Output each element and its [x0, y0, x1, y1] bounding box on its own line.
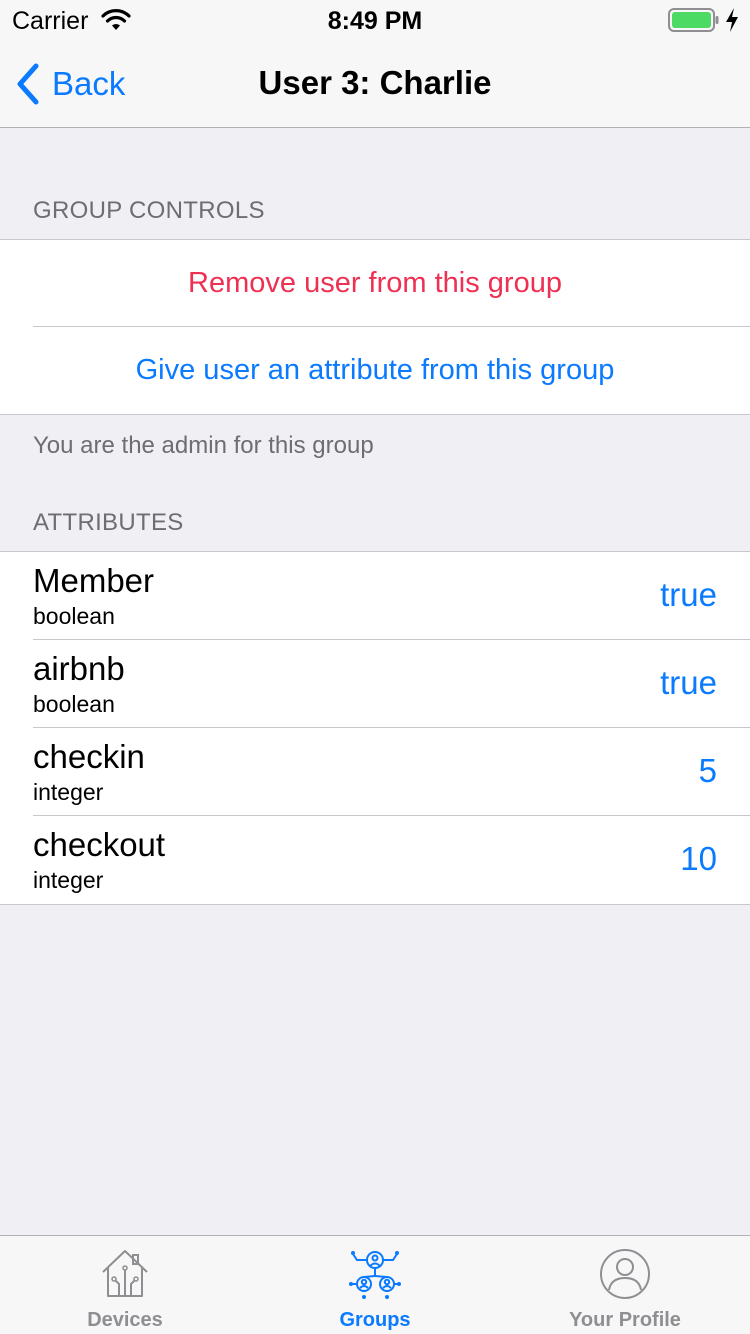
give-attribute-label: Give user an attribute from this group [135, 354, 615, 386]
attribute-value: true [660, 576, 717, 613]
remove-user-label: Remove user from this group [188, 267, 562, 299]
attribute-name: checkout [33, 826, 166, 863]
house-circuit-icon [102, 1250, 148, 1297]
attribute-type: boolean [33, 603, 115, 629]
tab-your-profile-label: Your Profile [569, 1309, 681, 1331]
attribute-row[interactable]: airbnb boolean true [0, 640, 750, 728]
profile-person-icon [600, 1249, 650, 1299]
attribute-row[interactable]: checkin integer 5 [0, 728, 750, 816]
navigation-bar: Back User 3: Charlie [0, 40, 750, 128]
group-controls-header: GROUP CONTROLS [33, 197, 265, 224]
tab-bar: Devices Groups Your Profile [0, 1235, 750, 1334]
attributes-table: Member boolean true airbnb boolean true … [0, 551, 750, 905]
status-bar: Carrier 8:49 PM [0, 0, 750, 40]
groups-network-icon [349, 1251, 401, 1299]
attribute-value: 5 [698, 752, 717, 789]
page-title: User 3: Charlie [258, 64, 492, 101]
attribute-value: true [660, 664, 717, 701]
clock: 8:49 PM [327, 7, 423, 35]
attribute-name: airbnb [33, 650, 125, 687]
tab-devices-label: Devices [87, 1309, 163, 1331]
tab-groups[interactable]: Groups [250, 1236, 500, 1334]
admin-footer-text: You are the admin for this group [33, 432, 374, 459]
remove-user-button[interactable]: Remove user from this group [0, 240, 750, 327]
charging-bolt-icon [726, 8, 738, 32]
attribute-type: integer [33, 779, 104, 805]
screen: Carrier 8:49 PM Back User 3: Charlie GRO… [0, 0, 750, 1334]
attribute-type: integer [33, 867, 104, 893]
attribute-row[interactable]: checkout integer 10 [0, 816, 750, 904]
attribute-name: Member [33, 562, 155, 599]
attribute-type: boolean [33, 691, 115, 717]
attribute-value: 10 [680, 840, 717, 877]
attribute-row[interactable]: Member boolean true [0, 552, 750, 640]
attribute-name: checkin [33, 738, 145, 775]
attributes-header: ATTRIBUTES [33, 509, 184, 536]
give-attribute-button[interactable]: Give user an attribute from this group [0, 327, 750, 414]
tab-your-profile[interactable]: Your Profile [500, 1236, 750, 1334]
tab-devices[interactable]: Devices [0, 1236, 250, 1334]
tab-groups-label: Groups [339, 1309, 411, 1331]
battery-icon [668, 8, 719, 32]
group-controls-table: Remove user from this group Give user an… [0, 239, 750, 415]
